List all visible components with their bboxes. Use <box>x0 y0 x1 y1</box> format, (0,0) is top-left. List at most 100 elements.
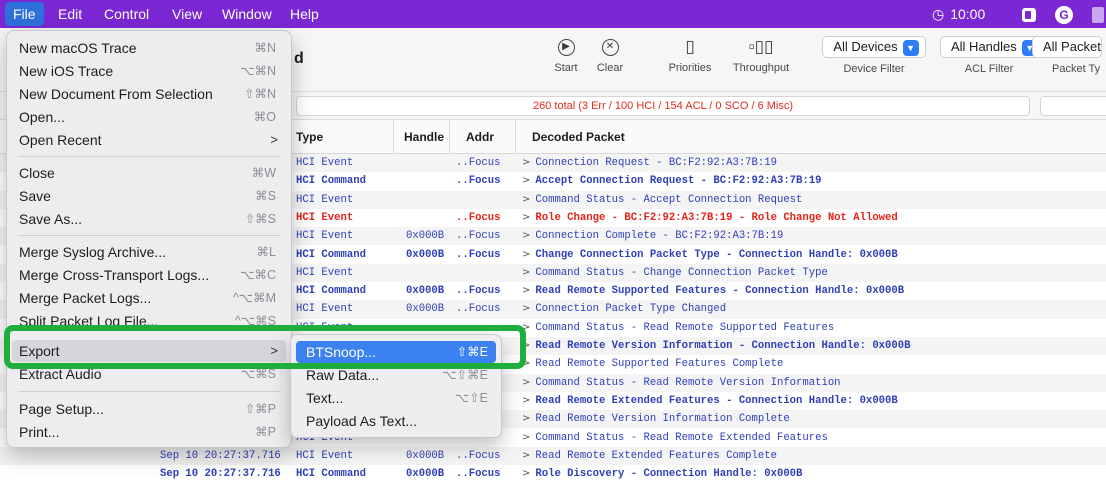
disclosure-icon[interactable]: > <box>522 432 530 443</box>
cell-type: HCI Command <box>296 248 366 261</box>
cell-type: HCI Event <box>296 303 354 316</box>
device-filter[interactable]: All Devices ▼ Device Filter <box>818 36 930 75</box>
packet-text: Command Status - Read Remote Supported F… <box>535 321 835 334</box>
disclosure-icon[interactable]: > <box>522 322 530 333</box>
disclosure-icon[interactable]: > <box>522 212 530 223</box>
device-filter-caption: Device Filter <box>843 63 905 75</box>
acl-filter-value: All Handles <box>951 39 1017 54</box>
menu-item-merge-cross-transport-logs[interactable]: Merge Cross-Transport Logs... ⌥⌘C <box>12 264 286 286</box>
table-row[interactable]: Sep 10 20:27:37.716 HCI Command 0x000B ..Fo… <box>0 465 1106 483</box>
menu-item-new-macos-trace[interactable]: New macOS Trace ⌘N <box>12 37 286 59</box>
disclosure-icon[interactable]: > <box>522 450 530 461</box>
menu-item-extract-audio[interactable]: Extract Audio ⌥⌘S <box>12 363 286 385</box>
cell-decoded-packet: > Command Status - Change Connection Pack… <box>522 264 828 282</box>
packet-text: Command Status - Read Remote Version Inf… <box>535 376 841 389</box>
disclosure-icon[interactable]: > <box>522 157 530 168</box>
cell-decoded-packet: > Read Remote Extended Features Complete <box>522 447 777 465</box>
disclosure-icon[interactable]: > <box>522 267 530 278</box>
column-decoded-packet[interactable]: Decoded Packet <box>516 120 1106 154</box>
disclosure-icon[interactable]: > <box>522 340 530 351</box>
menu-window[interactable]: Window <box>214 0 280 28</box>
export-submenu: BTSnoop... ⇧⌘E Raw Data... ⌥⇧⌘E Text... ⌥⇧E… <box>290 334 502 438</box>
column-type[interactable]: Type <box>296 120 394 154</box>
cell-addr: ..Focus <box>456 175 501 188</box>
menu-file[interactable]: File <box>5 2 44 26</box>
cell-type: HCI Event <box>296 157 354 169</box>
priorities-button[interactable]: ▯ Priorities <box>660 36 720 74</box>
menubar-clock[interactable]: ◷ 10:00 <box>932 0 985 28</box>
disclosure-icon[interactable]: > <box>522 249 530 260</box>
window-title: d <box>294 50 304 67</box>
disclosure-icon[interactable]: > <box>522 395 530 406</box>
submenu-item-btsnoop[interactable]: BTSnoop... ⇧⌘E <box>296 341 496 363</box>
disclosure-icon[interactable]: > <box>522 303 530 314</box>
clock-text: 10:00 <box>950 6 986 22</box>
disclosure-icon[interactable]: > <box>522 358 530 369</box>
clear-label: Clear <box>596 62 624 74</box>
submenu-item-payload-as-text[interactable]: Payload As Text... <box>296 410 496 432</box>
acl-filter[interactable]: All Handles ▼ ACL Filter <box>940 36 1045 75</box>
menu-view[interactable]: View <box>164 0 210 28</box>
disclosure-icon[interactable]: > <box>522 175 530 186</box>
cell-handle: 0x000B <box>406 303 445 316</box>
menu-item-print[interactable]: Print... ⌘P <box>12 421 286 443</box>
menu-item-open[interactable]: Open... ⌘O <box>12 106 286 128</box>
menu-item-new-ios-trace[interactable]: New iOS Trace ⌥⌘N <box>12 60 286 82</box>
menu-item-page-setup[interactable]: Page Setup... ⇧⌘P <box>12 398 286 420</box>
disclosure-icon[interactable]: > <box>522 377 530 388</box>
menu-item-merge-packet-logs[interactable]: Merge Packet Logs... ^⌥⌘M <box>12 287 286 309</box>
throughput-label: Throughput <box>732 62 790 74</box>
cell-decoded-packet: > Command Status - Read Remote Extended F… <box>522 429 828 447</box>
disclosure-icon[interactable]: > <box>522 194 530 205</box>
menu-item-merge-syslog-archive[interactable]: Merge Syslog Archive... ⌘L <box>12 241 286 263</box>
grammarly-icon: G <box>1055 6 1073 25</box>
cell-handle: 0x000B <box>406 248 445 261</box>
disclosure-icon[interactable]: > <box>522 413 530 424</box>
packet-totals: 260 total (3 Err / 100 HCI / 154 ACL / 0… <box>296 96 1030 116</box>
submenu-item-raw-data[interactable]: Raw Data... ⌥⇧⌘E <box>296 364 496 386</box>
menu-help[interactable]: Help <box>282 0 327 28</box>
app-square-status-item[interactable] <box>1022 0 1036 28</box>
submenu-item-text[interactable]: Text... ⌥⇧E <box>296 387 496 409</box>
clear-button[interactable]: ✕ Clear <box>590 36 630 74</box>
menu-item-new-document-from-selection[interactable]: New Document From Selection ⇧⌘N <box>12 83 286 105</box>
menu-item-export[interactable]: Export > <box>12 340 286 362</box>
menu-item-open-recent[interactable]: Open Recent > <box>12 129 286 151</box>
column-handle[interactable]: Handle <box>394 120 450 154</box>
disclosure-icon[interactable]: > <box>522 230 530 241</box>
packet-type-filter[interactable]: All Packet Packet Ty <box>1032 36 1106 75</box>
disclosure-icon[interactable]: > <box>522 468 530 479</box>
file-menu: New macOS Trace ⌘N New iOS Trace ⌥⌘N New D… <box>6 30 292 448</box>
cell-decoded-packet: > Role Discovery - Connection Handle: 0x0… <box>522 465 802 483</box>
overflow-icon <box>1092 7 1104 24</box>
menu-control[interactable]: Control <box>96 0 157 28</box>
table-row[interactable]: Sep 10 20:27:37.716 HCI Event 0x000B ..Focu… <box>0 446 1106 466</box>
cell-decoded-packet: > Accept Connection Request - BC:F2:92:A3… <box>522 172 821 190</box>
column-addr[interactable]: Addr <box>450 120 516 154</box>
cell-type: HCI Command <box>296 468 366 481</box>
throughput-button[interactable]: ▫▯▯ Throughput <box>726 36 796 74</box>
disclosure-icon[interactable]: > <box>522 285 530 296</box>
menu-item-split-packet-log-file[interactable]: Split Packet Log File... ^⌥⌘S <box>12 310 286 332</box>
cell-addr: ..Focus <box>456 230 501 243</box>
cell-decoded-packet: > Command Status - Read Remote Version In… <box>522 374 841 392</box>
menu-item-close[interactable]: Close ⌘W <box>12 162 286 184</box>
cell-decoded-packet: > Read Remote Extended Features - Connect… <box>522 392 898 410</box>
search-field[interactable] <box>1040 96 1106 116</box>
cell-addr: ..Focus <box>456 449 501 462</box>
chevron-right-icon: > <box>270 132 278 147</box>
overflow-status-item[interactable] <box>1092 0 1104 28</box>
start-label: Start <box>554 62 578 74</box>
menu-item-save-as[interactable]: Save As... ⇧⌘S <box>12 208 286 230</box>
start-button[interactable]: ▶ Start <box>548 36 584 74</box>
cell-decoded-packet: > Command Status - Accept Connection Requ… <box>522 191 802 209</box>
packet-text: Read Remote Version Information - Connec… <box>535 340 911 352</box>
menu-separator <box>19 235 281 236</box>
menu-edit[interactable]: Edit <box>50 0 90 28</box>
grammarly-status-item[interactable]: G <box>1055 0 1073 28</box>
menu-item-save[interactable]: Save ⌘S <box>12 185 286 207</box>
throughput-icon: ▫▯▯ <box>748 37 774 56</box>
cell-decoded-packet: > Read Remote Supported Features Complete <box>522 355 783 373</box>
cell-addr: ..Focus <box>456 285 501 298</box>
packet-text: Read Remote Supported Features - Connect… <box>535 285 905 298</box>
